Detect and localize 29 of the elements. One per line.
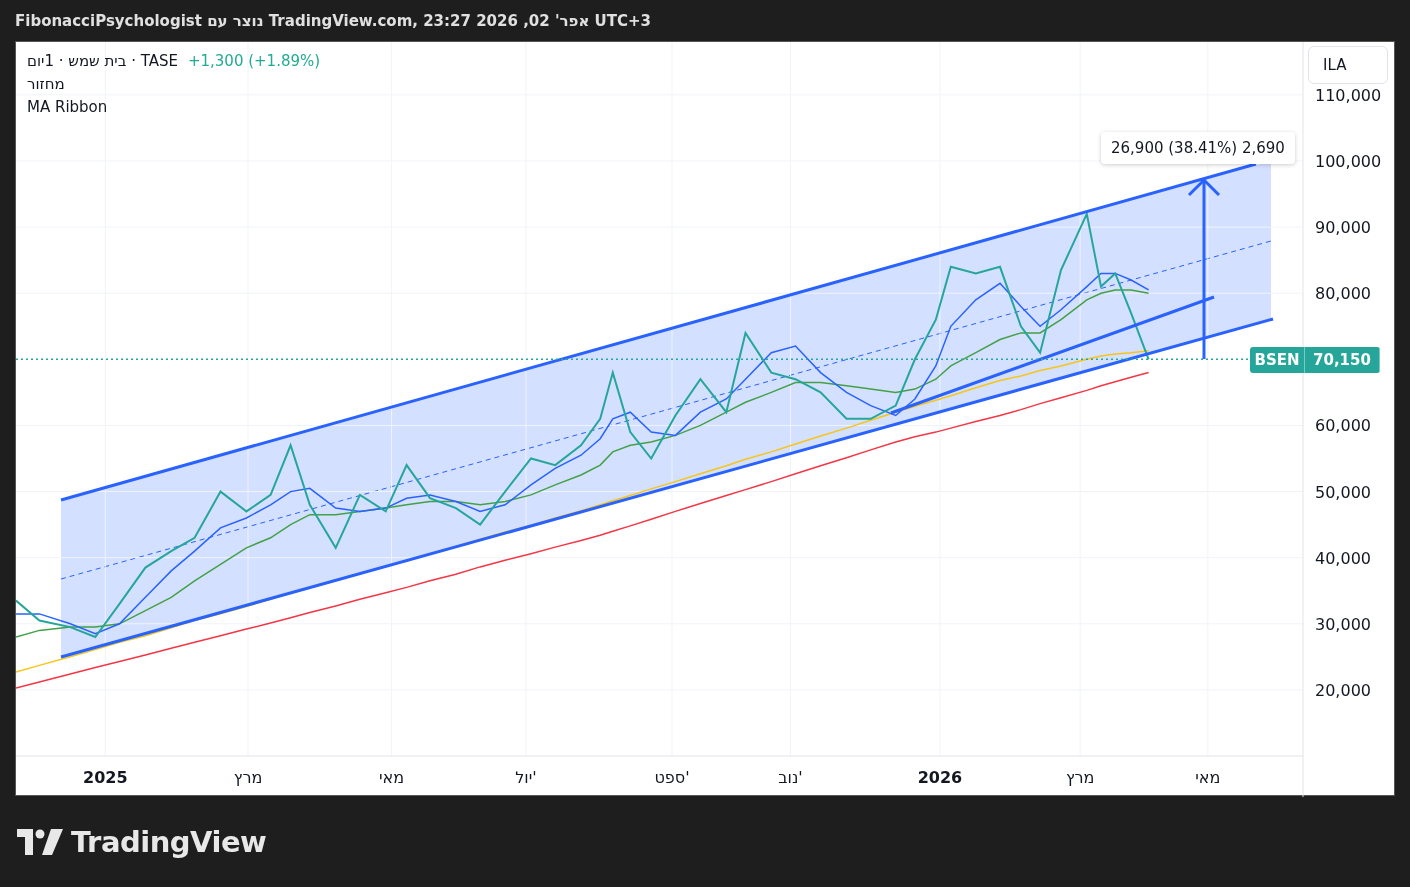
last-price-tag: 70,150 <box>1305 347 1380 373</box>
price-axis-label: 100,000 <box>1315 152 1382 171</box>
time-axis-label: מרץ <box>233 768 263 787</box>
time-axis-label: 2025 <box>83 768 128 787</box>
time-axis-label: ספט' <box>654 768 690 787</box>
price-axis-label: 110,000 <box>1315 85 1382 105</box>
time-axis-label: מאי <box>1195 768 1221 787</box>
indicator-label: MA Ribbon <box>27 98 109 116</box>
price-axis-label: 50,000 <box>1315 482 1371 502</box>
measure-label: 26,900 (38.41%) 2,690 <box>1101 132 1295 164</box>
logo-icon <box>17 828 63 855</box>
price-axis-label: 40,000 <box>1315 548 1371 568</box>
symbol-label: בית שמש · 1יום · TASE <box>27 52 178 70</box>
price-axis-label: 80,000 <box>1315 284 1371 304</box>
price-axis-label: 60,000 <box>1315 416 1371 436</box>
price-axis-label: 20,000 <box>1315 680 1371 700</box>
time-axis-label: יול' <box>515 768 537 787</box>
time-axis-label: 2026 <box>917 768 963 787</box>
time-axis-label: נוב' <box>778 768 803 787</box>
indicator-label: מחזור <box>27 75 66 93</box>
time-axis-label: מאי <box>379 768 405 787</box>
window-title: FibonacciPsychologist נוצר עם TradingView.com, אפר' 02, 2026 23:27 UTC+3 <box>15 11 651 30</box>
price-axis-label: 30,000 <box>1315 614 1371 634</box>
price-axis-label: 90,000 <box>1315 218 1371 238</box>
symbol-tag: BSEN <box>1250 347 1305 373</box>
price-change: +1,300 (+1.89%) <box>187 52 321 70</box>
logo-text: TradingView <box>71 824 267 859</box>
time-axis-label: מרץ <box>1065 768 1095 787</box>
currency-button[interactable]: ILA <box>1308 46 1388 84</box>
